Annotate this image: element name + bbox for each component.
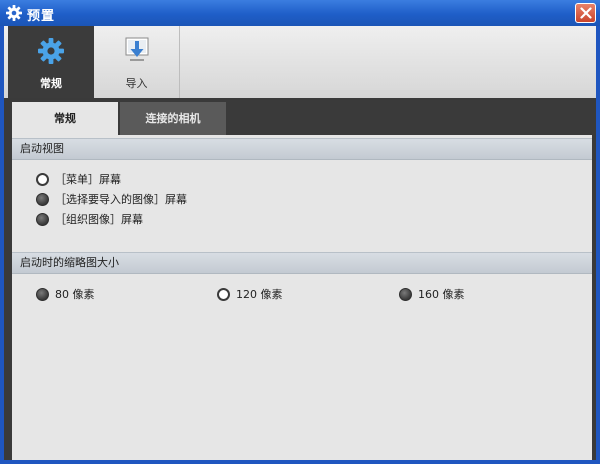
radio-label: 120 像素 bbox=[236, 288, 283, 301]
radio-selected-icon bbox=[217, 288, 230, 301]
toolbar-item-general[interactable]: 常规 bbox=[8, 26, 94, 98]
close-button[interactable] bbox=[575, 3, 596, 23]
title-bar: 预置 bbox=[0, 0, 600, 26]
tab-general[interactable]: 常规 bbox=[12, 102, 118, 135]
radio-unselected-icon bbox=[36, 193, 49, 206]
toolbar: 常规 导入 bbox=[4, 26, 596, 99]
section-header-thumbnail-size: 启动时的缩略图大小 bbox=[12, 252, 592, 274]
radio-unselected-icon bbox=[36, 288, 49, 301]
radio-unselected-icon bbox=[399, 288, 412, 301]
radio-unselected-icon bbox=[36, 213, 49, 226]
section-header-startup-view: 启动视图 bbox=[12, 138, 592, 160]
radio-label: ［菜单］屏幕 bbox=[55, 173, 121, 186]
window-bottom-border bbox=[4, 460, 596, 464]
toolbar-item-import[interactable]: 导入 bbox=[94, 26, 180, 98]
content-area: 常规 连接的相机 启动视图 ［菜单］屏幕 ［选择要导入的图像］屏幕 ［组织图像］… bbox=[4, 98, 596, 460]
import-arrow-icon bbox=[124, 36, 150, 64]
radio-label: 160 像素 bbox=[418, 288, 465, 301]
settings-panel: 启动视图 ［菜单］屏幕 ［选择要导入的图像］屏幕 ［组织图像］屏幕 启动时的缩略… bbox=[12, 135, 592, 460]
radio-label: ［选择要导入的图像］屏幕 bbox=[55, 193, 187, 206]
tab-connected-camera[interactable]: 连接的相机 bbox=[120, 102, 226, 135]
window-title: 预置 bbox=[27, 9, 56, 24]
gear-icon bbox=[5, 4, 23, 22]
radio-label: ［组织图像］屏幕 bbox=[55, 213, 143, 226]
radio-selected-icon bbox=[36, 173, 49, 186]
toolbar-label-import: 导入 bbox=[125, 77, 148, 90]
gear-icon bbox=[36, 36, 66, 66]
radio-label: 80 像素 bbox=[55, 288, 95, 301]
toolbar-label-general: 常规 bbox=[40, 77, 62, 90]
